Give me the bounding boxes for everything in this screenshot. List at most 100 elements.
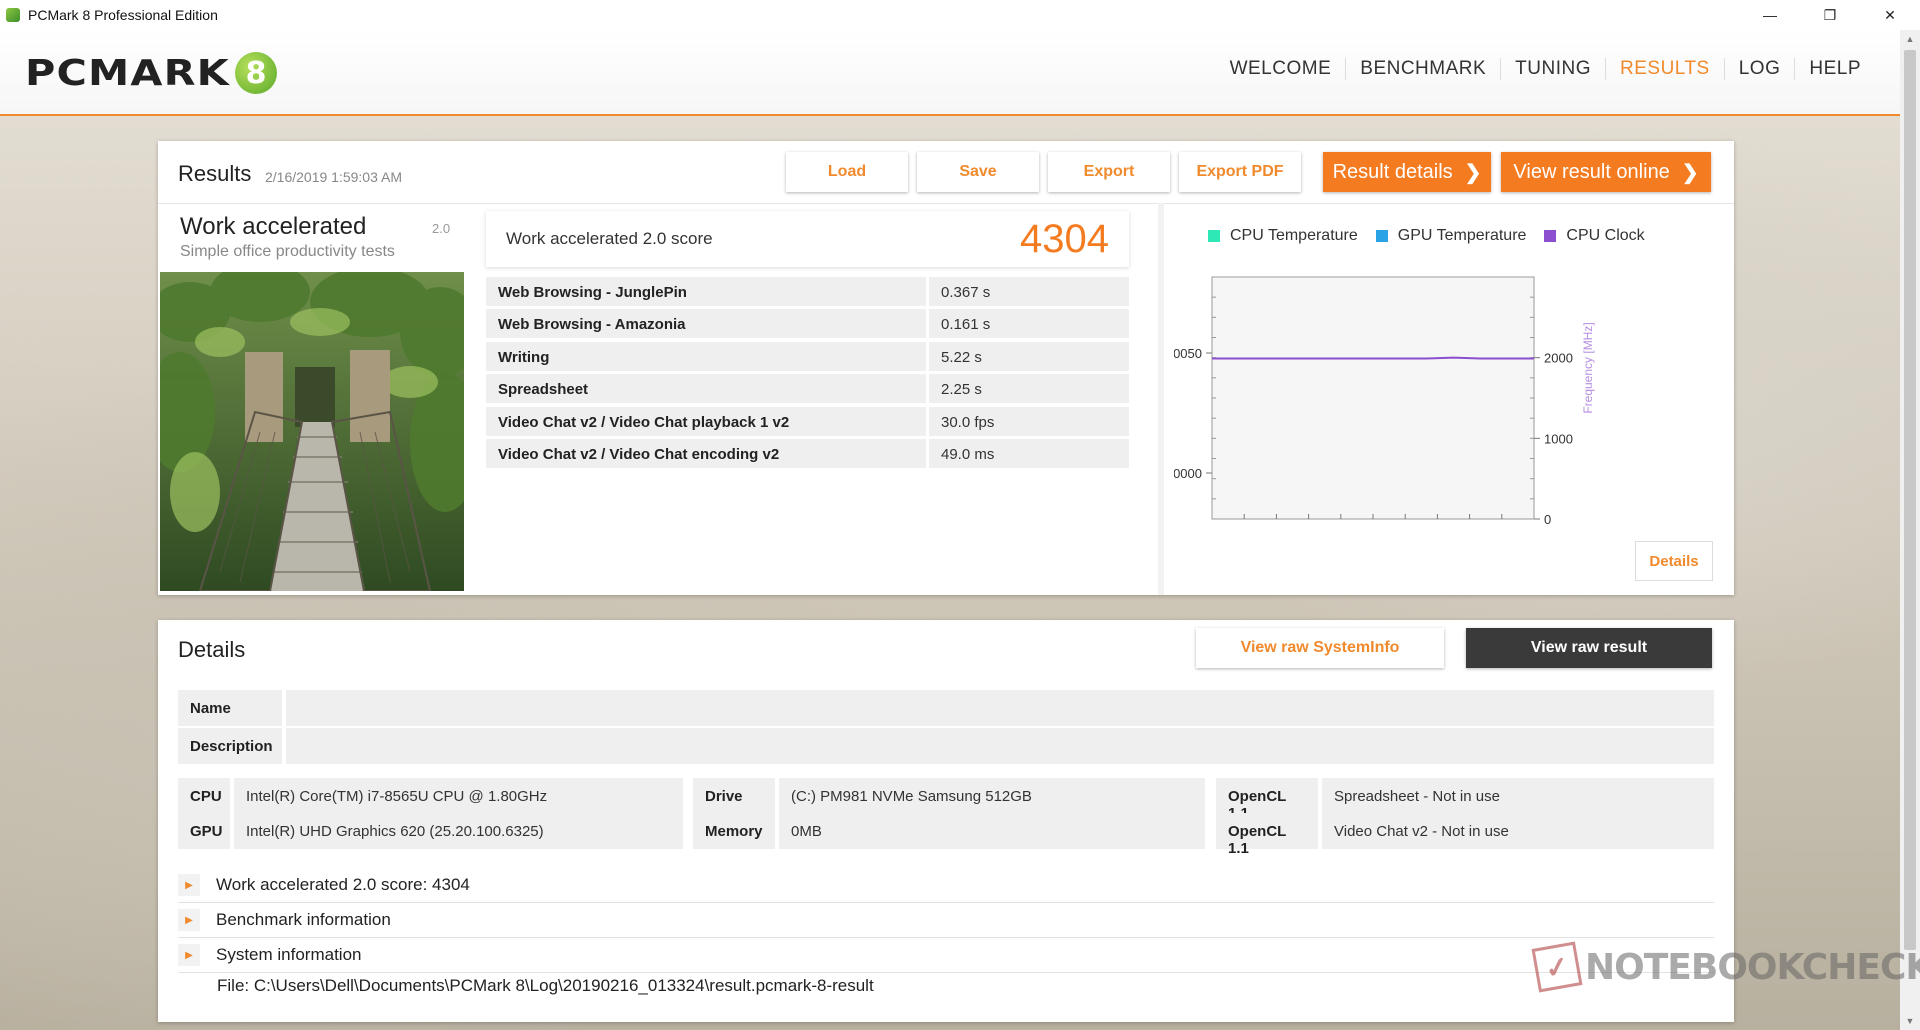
logo-badge: 8 xyxy=(235,52,278,94)
legend-label: CPU Clock xyxy=(1566,227,1645,244)
load-button[interactable]: Load xyxy=(786,152,908,192)
subtest-name: Video Chat v2 / Video Chat playback 1 v2 xyxy=(486,406,926,436)
cpu-value: Intel(R) Core(TM) i7-8565U CPU @ 1.80GHz xyxy=(234,778,683,814)
nav-log[interactable]: LOG xyxy=(1723,58,1795,80)
nav-help[interactable]: HELP xyxy=(1794,58,1875,80)
subtest-value: 2.25 s xyxy=(929,374,1129,404)
title-bar: PCMark 8 Professional Edition — ❐ ✕ xyxy=(0,0,1920,30)
plot-area xyxy=(1211,276,1535,520)
nav-benchmark[interactable]: BENCHMARK xyxy=(1345,58,1500,80)
details-title: Details xyxy=(178,637,246,662)
legend-swatch xyxy=(1208,230,1220,242)
scroll-down-icon[interactable]: ▼ xyxy=(1900,1012,1920,1030)
expand-arrow-icon[interactable]: ▶ xyxy=(178,944,200,966)
checkmark-icon: ✓ xyxy=(1531,941,1583,993)
app-icon xyxy=(6,8,20,22)
results-panel: Results 2/16/2019 1:59:03 AM Load Save E… xyxy=(158,141,1734,595)
subtest-row: Writing 5.22 s xyxy=(486,341,1129,371)
nav-tuning[interactable]: TUNING xyxy=(1500,58,1605,80)
expander-system-info[interactable]: ▶ System information xyxy=(178,938,1714,973)
logo-wordmark: PCMARK xyxy=(25,52,230,94)
opencl-row: OpenCL 1.1 Video Chat v2 - Not in use xyxy=(1216,813,1714,857)
y-right-tick-label: 1000 xyxy=(1544,431,1573,446)
opencl-value: Spreadsheet - Not in use xyxy=(1322,778,1714,814)
expand-arrow-icon[interactable]: ▶ xyxy=(178,909,200,931)
name-row: Name xyxy=(178,690,1714,726)
drive-label: Drive xyxy=(693,778,775,814)
minimize-icon[interactable]: — xyxy=(1740,0,1800,30)
watermark-text: NOTEBOOKCHECK xyxy=(1585,946,1920,988)
description-row: Description xyxy=(178,728,1714,764)
result-file-path: File: C:\Users\Dell\Documents\PCMark 8\L… xyxy=(217,976,874,995)
name-label: Name xyxy=(178,690,282,726)
view-online-button[interactable]: View result online ❯ xyxy=(1501,152,1711,192)
result-details-button[interactable]: Result details ❯ xyxy=(1323,152,1491,192)
nav-welcome[interactable]: WELCOME xyxy=(1216,58,1346,80)
gpu-label: GPU xyxy=(178,813,230,849)
export-button[interactable]: Export xyxy=(1048,152,1170,192)
subtest-name: Video Chat v2 / Video Chat encoding v2 xyxy=(486,438,926,468)
expander-score[interactable]: ▶ Work accelerated 2.0 score: 4304 xyxy=(178,868,1714,903)
score-box: Work accelerated 2.0 score 4304 xyxy=(486,211,1129,267)
subtest-row: Web Browsing - JunglePin 0.367 s xyxy=(486,277,1129,306)
name-value xyxy=(286,690,1714,726)
opencl-value: Video Chat v2 - Not in use xyxy=(1322,813,1714,849)
y-left-tick-label: 10050 xyxy=(1174,346,1202,361)
subtest-row: Spreadsheet 2.25 s xyxy=(486,374,1129,404)
legend-swatch xyxy=(1375,230,1388,242)
chart-legend[interactable]: CPU Temperature GPU Temperature CPU Cloc… xyxy=(1208,227,1663,245)
score-label: Work accelerated 2.0 score xyxy=(506,229,713,248)
memory-value: 0MB xyxy=(779,813,1205,849)
test-version: 2.0 xyxy=(432,221,451,236)
subtest-value: 0.161 s xyxy=(929,309,1129,339)
legend-swatch xyxy=(1544,230,1557,242)
expander-benchmark-info[interactable]: ▶ Benchmark information xyxy=(178,903,1714,938)
nav-results[interactable]: RESULTS xyxy=(1605,58,1724,80)
main-nav: WELCOME BENCHMARK TUNING RESULTS LOG HEL… xyxy=(1216,58,1875,80)
export-pdf-button[interactable]: Export PDF xyxy=(1179,152,1301,192)
expander-label: Benchmark information xyxy=(216,910,391,929)
expand-arrow-icon[interactable]: ▶ xyxy=(178,874,200,896)
legend-item[interactable]: GPU Temperature xyxy=(1375,227,1527,245)
y-left-tick-label: 10000 xyxy=(1174,466,1202,481)
subtest-value: 30.0 fps xyxy=(929,406,1129,436)
legend-item[interactable]: CPU Clock xyxy=(1544,227,1645,245)
details-panel: Details View raw SystemInfo View raw res… xyxy=(158,620,1734,1022)
drive-row: Drive (C:) PM981 NVMe Samsung 512GB xyxy=(693,778,1205,814)
test-description: Simple office productivity tests xyxy=(180,243,395,260)
view-online-label: View result online xyxy=(1513,160,1670,183)
window-title: PCMark 8 Professional Edition xyxy=(28,7,218,23)
subtest-row: Video Chat v2 / Video Chat encoding v2 4… xyxy=(486,438,1129,468)
pcmark-logo: PCMARK 8 xyxy=(25,52,278,94)
close-icon[interactable]: ✕ xyxy=(1860,0,1920,30)
subtest-name: Web Browsing - JunglePin xyxy=(486,277,926,306)
legend-label: GPU Temperature xyxy=(1397,227,1527,244)
result-details-label: Result details xyxy=(1332,160,1453,183)
chevron-right-icon: ❯ xyxy=(1681,161,1699,184)
gpu-value: Intel(R) UHD Graphics 620 (25.20.100.632… xyxy=(234,813,683,849)
chart-separator xyxy=(1158,203,1164,595)
chart-details-button[interactable]: Details xyxy=(1635,541,1713,581)
memory-label: Memory xyxy=(693,813,775,849)
monitoring-chart: 10050100002000100000:301:00Time [s]Tempe… xyxy=(1174,276,1595,527)
description-value xyxy=(286,728,1714,764)
app-header: PCMARK 8 WELCOME BENCHMARK TUNING RESULT… xyxy=(0,30,1900,116)
expander-label: System information xyxy=(216,945,362,964)
view-raw-systeminfo-button[interactable]: View raw SystemInfo xyxy=(1196,628,1444,668)
view-raw-result-button[interactable]: View raw result xyxy=(1466,628,1712,668)
window-controls: — ❐ ✕ xyxy=(1740,0,1920,30)
scrollbar-thumb[interactable] xyxy=(1904,50,1916,950)
vertical-scrollbar[interactable]: ▲ ▼ xyxy=(1900,30,1920,1030)
chevron-right-icon: ❯ xyxy=(1464,161,1482,184)
maximize-icon[interactable]: ❐ xyxy=(1800,0,1860,30)
save-button[interactable]: Save xyxy=(917,152,1039,192)
cpu-label: CPU xyxy=(178,778,230,814)
legend-item[interactable]: CPU Temperature xyxy=(1208,227,1358,245)
subtest-value: 0.367 s xyxy=(929,277,1129,306)
scroll-up-icon[interactable]: ▲ xyxy=(1900,30,1920,48)
divider xyxy=(158,203,1734,204)
subtest-list: Web Browsing - JunglePin 0.367 s Web Bro… xyxy=(486,277,1129,471)
gpu-row: GPU Intel(R) UHD Graphics 620 (25.20.100… xyxy=(178,813,683,849)
legend-label: CPU Temperature xyxy=(1230,227,1358,244)
results-title: Results xyxy=(178,161,252,186)
